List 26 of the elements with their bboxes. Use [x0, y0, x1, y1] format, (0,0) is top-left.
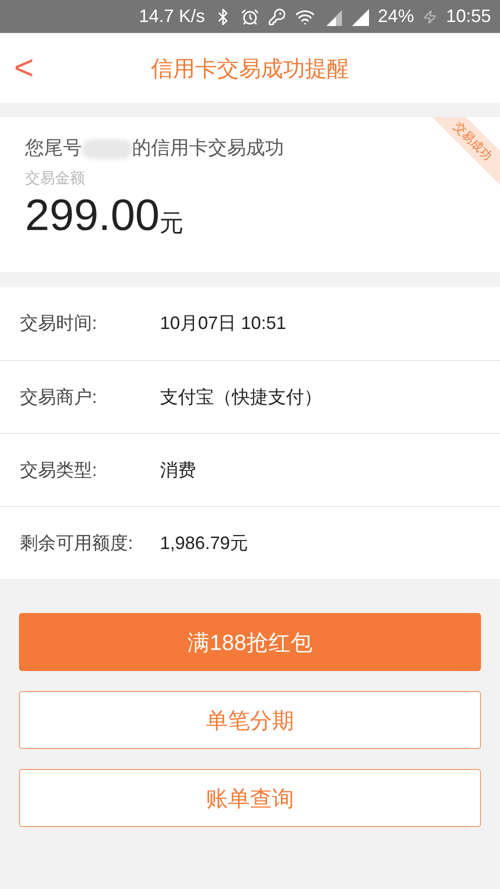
battery-percent: 24% [378, 5, 414, 28]
detail-label: 交易类型: [20, 458, 98, 482]
key-icon [268, 8, 286, 26]
detail-label: 交易时间: [20, 312, 98, 335]
card-prefix: 您尾号 [25, 137, 82, 161]
detail-label: 剩余可用额度: [20, 532, 134, 554]
amount-label: 交易金额 [25, 168, 86, 188]
detail-value: 1,986.79元 [160, 532, 248, 554]
action-button[interactable]: 满188抢红包 [19, 613, 481, 671]
detail-value: 10月07日 10:51 [160, 312, 286, 335]
card-suffix: 的信用卡交易成功 [132, 137, 284, 161]
back-button[interactable]: < [10, 51, 38, 85]
amount-unit: 元 [160, 209, 184, 239]
network-speed: 14.7 K/s [138, 5, 205, 28]
detail-label: 交易商户: [20, 386, 98, 408]
page-title: 信用卡交易成功提醒 [151, 54, 349, 82]
signal-icon [324, 8, 342, 26]
action-button[interactable]: 账单查询 [19, 769, 481, 827]
signal-icon [350, 8, 369, 26]
action-button[interactable]: 单笔分期 [19, 691, 481, 749]
amount: 299.00 [25, 190, 160, 242]
detail-value: 消费 [160, 458, 196, 482]
charging-icon [422, 10, 437, 24]
clock: 10:55 [446, 5, 491, 28]
alarm-icon [240, 8, 259, 26]
detail-value: 支付宝（快捷支付） [160, 386, 322, 408]
